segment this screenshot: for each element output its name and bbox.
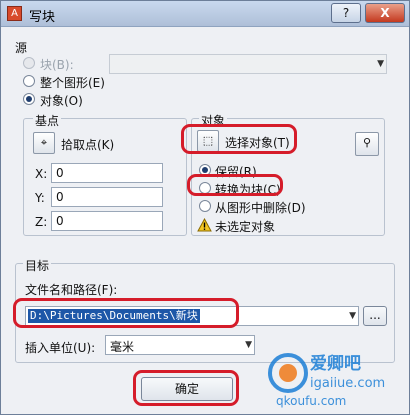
- source-heading: 源: [15, 41, 28, 55]
- pick-point-icon: ⌖: [40, 136, 48, 149]
- chevron-down-icon: ▼: [377, 59, 384, 69]
- y-label: Y:: [35, 191, 45, 205]
- convert-highlight: [187, 174, 283, 196]
- watermark-url: igaiiue.com: [310, 376, 385, 391]
- z-field[interactable]: 0: [51, 211, 163, 231]
- x-label: X:: [35, 167, 48, 181]
- z-label: Z:: [35, 215, 48, 229]
- chevron-down-icon: ▼: [349, 311, 356, 321]
- ok-highlight: [133, 370, 239, 406]
- watermark-url2: qkoufu.com: [276, 394, 346, 408]
- watermark-brand: 爱卿吧: [310, 353, 361, 374]
- pick-point-button[interactable]: ⌖: [33, 132, 55, 154]
- objects-radio[interactable]: [23, 93, 35, 105]
- block-name-select[interactable]: ▼: [109, 54, 387, 74]
- whole-drawing-radio[interactable]: [23, 75, 35, 87]
- autocad-app-icon: A: [7, 6, 22, 21]
- quick-select-funnel-icon: ⚲: [362, 136, 372, 149]
- filename-highlight: [13, 298, 239, 328]
- units-label: 插入单位(U):: [25, 341, 96, 355]
- delete-label: 从图形中删除(D): [215, 201, 306, 215]
- block-radio[interactable]: [23, 57, 35, 69]
- units-value: 毫米: [110, 340, 135, 354]
- close-button[interactable]: X: [365, 3, 405, 23]
- whole-drawing-label: 整个图形(E): [40, 76, 105, 90]
- title-bar: A 写块 ? X: [1, 1, 409, 27]
- watermark-logo: 爱卿吧 igaiiue.com qkoufu.com: [268, 353, 385, 408]
- filename-label: 文件名和路径(F):: [25, 283, 118, 297]
- delete-radio[interactable]: [199, 200, 211, 212]
- help-button[interactable]: ?: [331, 3, 361, 23]
- basepoint-heading: 基点: [33, 112, 62, 129]
- y-field[interactable]: 0: [51, 187, 163, 207]
- select-objects-highlight: [181, 124, 297, 154]
- quick-select-button[interactable]: ⚲: [355, 132, 379, 156]
- chevron-down-icon: ▼: [245, 340, 252, 350]
- selection-status-text: 未选定对象: [215, 220, 276, 234]
- browse-button[interactable]: ...: [363, 306, 387, 326]
- objects-radio-label: 对象(O): [40, 94, 83, 108]
- warning-icon: [197, 218, 212, 232]
- window-title: 写块: [29, 10, 56, 25]
- block-radio-label: 块(B):: [40, 58, 74, 72]
- x-field[interactable]: 0: [51, 163, 163, 183]
- pick-point-label: 拾取点(K): [61, 138, 115, 152]
- destination-heading: 目标: [23, 257, 52, 274]
- write-block-dialog: A 写块 ? X 源 块(B): ▼ 整个图形(E) 对象(O) 基点 ⌖ 拾取…: [0, 0, 410, 415]
- units-select[interactable]: 毫米 ▼: [105, 335, 255, 355]
